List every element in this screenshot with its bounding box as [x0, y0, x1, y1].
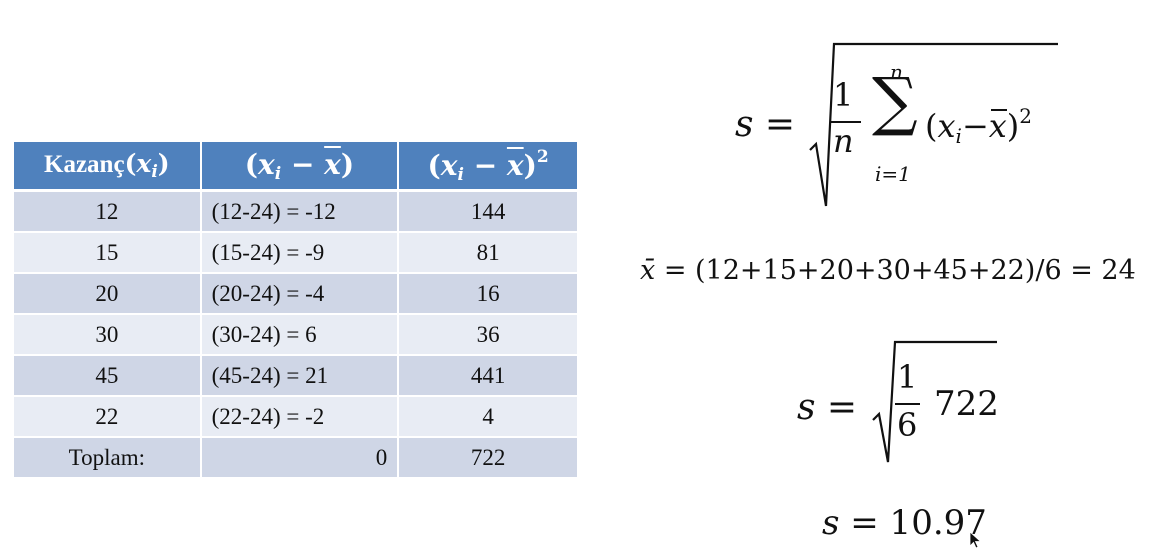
cell-x: 45	[14, 356, 202, 397]
cell-x: 15	[14, 233, 202, 274]
cell-diff: (30-24) = 6	[201, 315, 400, 356]
cell-x: 12	[14, 192, 202, 233]
eq3-value: 722	[934, 384, 999, 424]
total-sq: 722	[399, 438, 577, 479]
std-dev-result: s = 10.97	[822, 503, 987, 543]
header-squared-exp: 2	[536, 146, 549, 167]
header-kazanc-label: Kazanç	[44, 151, 125, 178]
cell-sq: 441	[399, 356, 577, 397]
eq3-fraction-bar	[895, 403, 920, 405]
cell-diff: (20-24) = -4	[201, 274, 400, 315]
header-deviation: (xi − x)	[201, 142, 400, 192]
cell-sq: 36	[399, 315, 577, 356]
header-squared-mean: x	[506, 148, 524, 182]
table-header: Kazanç(xi) (xi − x) (xi − x)2	[14, 142, 577, 192]
cell-sq: 144	[399, 192, 577, 233]
eq3-lhs: s =	[797, 387, 858, 428]
sigma-icon: ∑	[872, 65, 918, 139]
cell-x: 22	[14, 397, 202, 438]
mean-expression: = (12+15+20+30+45+22)/6 = 24	[655, 255, 1136, 286]
eq1-lhs: s =	[735, 104, 796, 145]
header-kazanc: Kazanç(xi)	[14, 142, 202, 192]
header-squared-deviation: (xi − x)2	[399, 142, 577, 192]
mouse-cursor-icon	[969, 531, 982, 549]
header-squared-var: x	[440, 148, 458, 182]
table-header-row: Kazanç(xi) (xi − x) (xi − x)2	[14, 142, 577, 192]
header-deviation-var: x	[258, 147, 275, 181]
total-label: Toplam:	[14, 438, 202, 479]
header-deviation-mean: x	[324, 147, 341, 181]
table-row: 45 (45-24) = 21 441	[14, 356, 577, 397]
result-var: s	[822, 503, 840, 543]
cell-x: 30	[14, 315, 202, 356]
total-diff: 0	[201, 438, 400, 479]
cell-diff: (22-24) = -2	[201, 397, 400, 438]
eq3-frac-denominator: 6	[897, 406, 918, 444]
table-total-row: Toplam: 0 722	[14, 438, 577, 479]
eq1-body: (xi−x)2	[925, 104, 1033, 148]
table-row: 20 (20-24) = -4 16	[14, 274, 577, 315]
header-squared-minus: −	[473, 148, 498, 182]
deviation-table: Kazanç(xi) (xi − x) (xi − x)2 12 (12-24)…	[14, 142, 577, 479]
eq1-frac-numerator: 1	[833, 76, 854, 114]
table-row: 30 (30-24) = 6 36	[14, 315, 577, 356]
table-row: 12 (12-24) = -12 144	[14, 192, 577, 233]
result-value: = 10.97	[839, 503, 987, 543]
eq1-sum-lower: i=1	[875, 162, 911, 186]
header-deviation-sub: i	[274, 163, 282, 184]
header-deviation-minus: −	[290, 147, 315, 181]
cell-sq: 16	[399, 274, 577, 315]
eq3-frac-numerator: 1	[897, 358, 918, 396]
mean-formula: x̄ = (12+15+20+30+45+22)/6 = 24	[640, 255, 1136, 286]
cell-diff: (12-24) = -12	[201, 192, 400, 233]
table-body: 12 (12-24) = -12 144 15 (15-24) = -9 81 …	[14, 192, 577, 479]
cell-diff: (45-24) = 21	[201, 356, 400, 397]
table-row: 22 (22-24) = -2 4	[14, 397, 577, 438]
cell-diff: (15-24) = -9	[201, 233, 400, 274]
mean-symbol: x̄	[640, 255, 656, 286]
cell-sq: 4	[399, 397, 577, 438]
table-row: 15 (15-24) = -9 81	[14, 233, 577, 274]
cell-x: 20	[14, 274, 202, 315]
eq1-frac-denominator: n	[833, 122, 854, 160]
cell-sq: 81	[399, 233, 577, 274]
header-squared-sub: i	[457, 164, 464, 185]
header-kazanc-var: x	[136, 149, 152, 178]
